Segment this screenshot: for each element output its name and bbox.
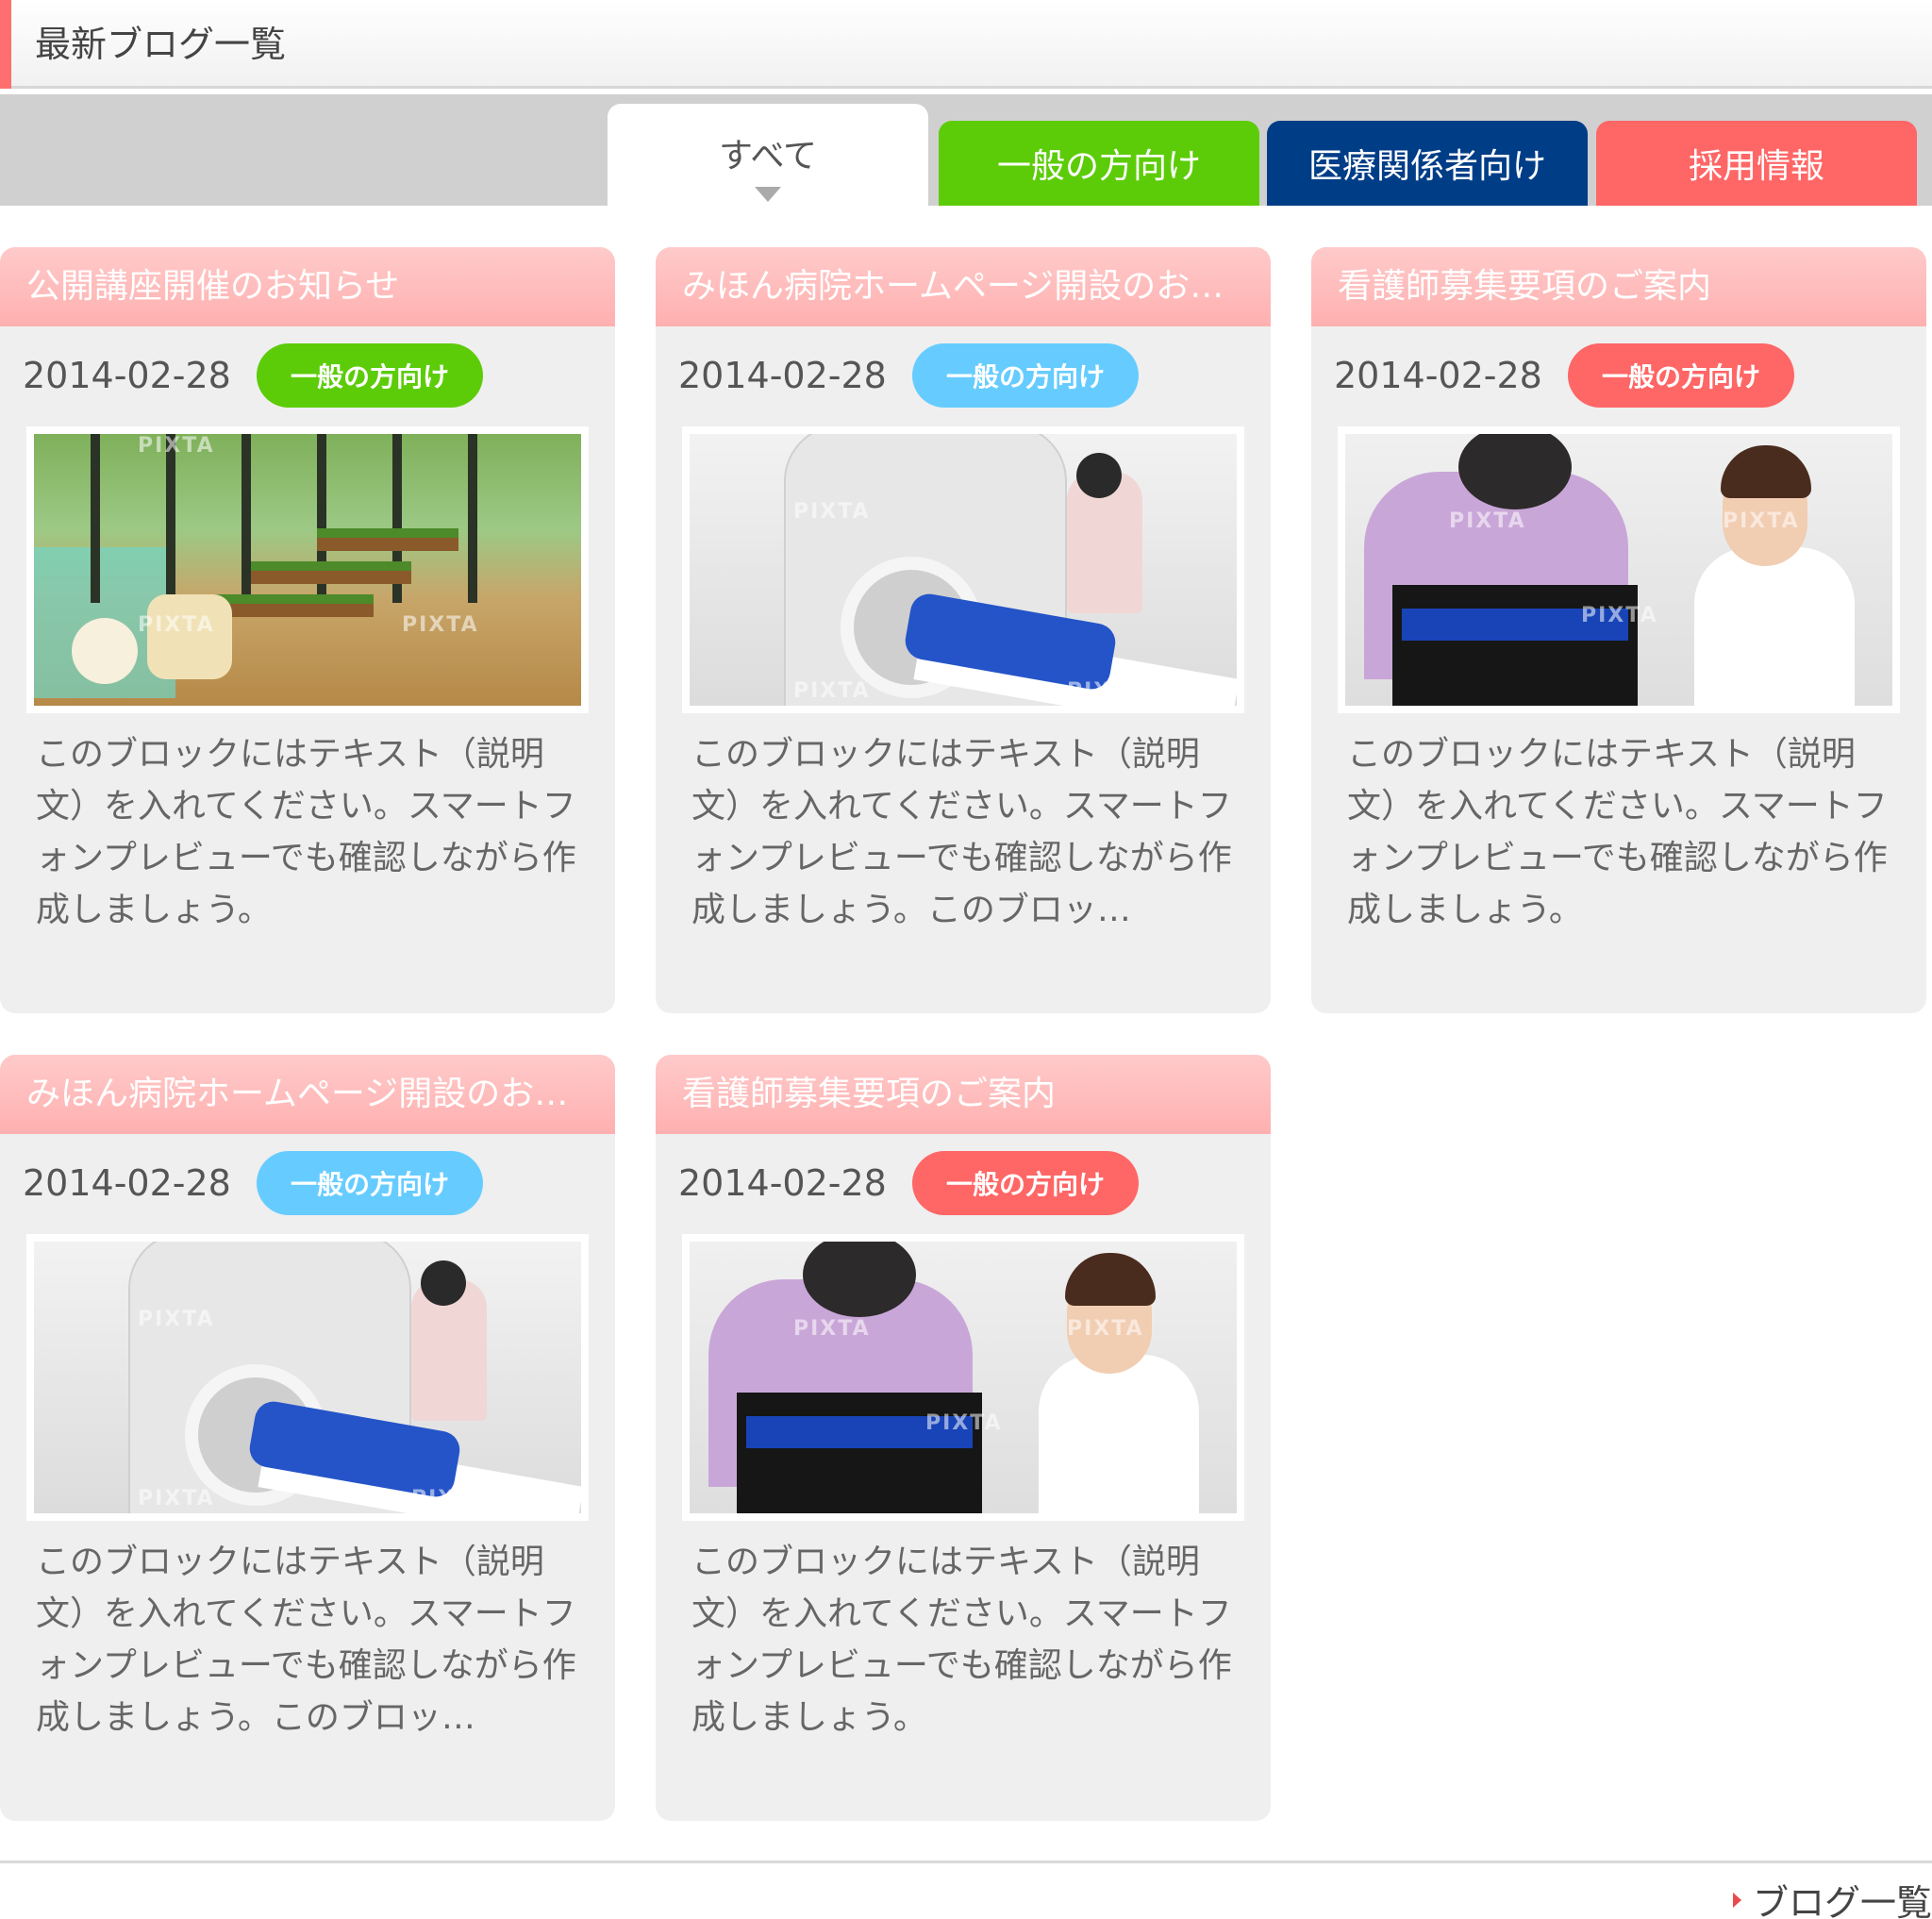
category-badge: 一般の方向け — [912, 1151, 1139, 1215]
nurse-wheelchair-photo: PIXTA PIXTA PIXTA — [1345, 434, 1892, 706]
blog-card[interactable]: みほん病院ホームページ開設のお… 2014-02-28 一般の方向け PIXTA… — [656, 247, 1271, 1013]
blog-card[interactable]: みほん病院ホームページ開設のお… 2014-02-28 一般の方向け PIXTA… — [0, 1055, 615, 1821]
category-badge: 一般の方向け — [257, 1151, 483, 1215]
blog-card[interactable]: 看護師募集要項のご案内 2014-02-28 一般の方向け PIXTA PIXT… — [656, 1055, 1271, 1821]
blog-card-thumbnail[interactable]: PIXTA PIXTA PIXTA — [26, 1234, 589, 1521]
blog-card-title[interactable]: みほん病院ホームページ開設のお… — [0, 1055, 615, 1134]
tab-all-label: すべて — [718, 137, 818, 175]
blog-list-link-label: ブログ一覧 — [1752, 1882, 1932, 1919]
nurse-wheelchair-photo: PIXTA PIXTA PIXTA — [690, 1242, 1237, 1513]
ct-scan-photo: PIXTA PIXTA PIXTA — [34, 1242, 581, 1513]
blog-card-date: 2014-02-28 — [678, 1162, 887, 1204]
tab-recruitment[interactable]: 採用情報 — [1596, 121, 1917, 206]
page-header: 最新ブログ一覧 — [0, 0, 1932, 89]
blog-card-title[interactable]: 公開講座開催のお知らせ — [0, 247, 615, 326]
blog-card-title[interactable]: 看護師募集要項のご案内 — [1311, 247, 1926, 326]
blog-card-excerpt: このブロックにはテキスト（説明文）を入れてください。スマートフォンプレビューでも… — [691, 1543, 1232, 1737]
blog-card-thumbnail[interactable]: PIXTA PIXTA PIXTA — [682, 1234, 1244, 1521]
category-badge: 一般の方向け — [912, 343, 1139, 408]
blog-card-date: 2014-02-28 — [1334, 355, 1542, 396]
blog-card-date: 2014-02-28 — [678, 355, 887, 396]
blog-card-thumbnail[interactable]: PIXTA PIXTA PIXTA — [26, 426, 589, 713]
blog-card-title[interactable]: 看護師募集要項のご案内 — [656, 1055, 1271, 1134]
footer-divider — [0, 1861, 1932, 1863]
tab-general-public[interactable]: 一般の方向け — [939, 121, 1259, 206]
blog-card-thumbnail[interactable]: PIXTA PIXTA PIXTA — [682, 426, 1244, 713]
category-badge: 一般の方向け — [1568, 343, 1794, 408]
sunroom-photo: PIXTA PIXTA PIXTA — [34, 434, 581, 706]
tab-medical-professionals[interactable]: 医療関係者向け — [1267, 121, 1588, 206]
blog-card-excerpt: このブロックにはテキスト（説明文）を入れてください。スマートフォンプレビューでも… — [36, 1543, 576, 1737]
blog-card[interactable]: 看護師募集要項のご案内 2014-02-28 一般の方向け PIXTA PIXT… — [1311, 247, 1926, 1013]
caret-right-icon — [1732, 1892, 1741, 1908]
blog-card-excerpt: このブロックにはテキスト（説明文）を入れてください。スマートフォンプレビューでも… — [691, 735, 1232, 929]
blog-list-link[interactable]: ブログ一覧 — [1732, 1874, 1932, 1919]
header-accent-bar — [0, 0, 11, 89]
category-badge: 一般の方向け — [257, 343, 483, 408]
ct-scan-photo: PIXTA PIXTA PIXTA — [690, 434, 1237, 706]
blog-card-date: 2014-02-28 — [23, 355, 231, 396]
tab-all[interactable]: すべて — [608, 104, 928, 206]
blog-card-excerpt: このブロックにはテキスト（説明文）を入れてください。スマートフォンプレビューでも… — [36, 735, 576, 929]
blog-card-date: 2014-02-28 — [23, 1162, 231, 1204]
page-title: 最新ブログ一覧 — [35, 24, 287, 65]
active-tab-indicator-icon — [755, 187, 781, 202]
blog-card-title[interactable]: みほん病院ホームページ開設のお… — [656, 247, 1271, 326]
blog-card[interactable]: 公開講座開催のお知らせ 2014-02-28 一般の方向け PIXTA PIXT… — [0, 247, 615, 1013]
blog-card-excerpt: このブロックにはテキスト（説明文）を入れてください。スマートフォンプレビューでも… — [1347, 735, 1888, 929]
blog-card-thumbnail[interactable]: PIXTA PIXTA PIXTA — [1338, 426, 1900, 713]
